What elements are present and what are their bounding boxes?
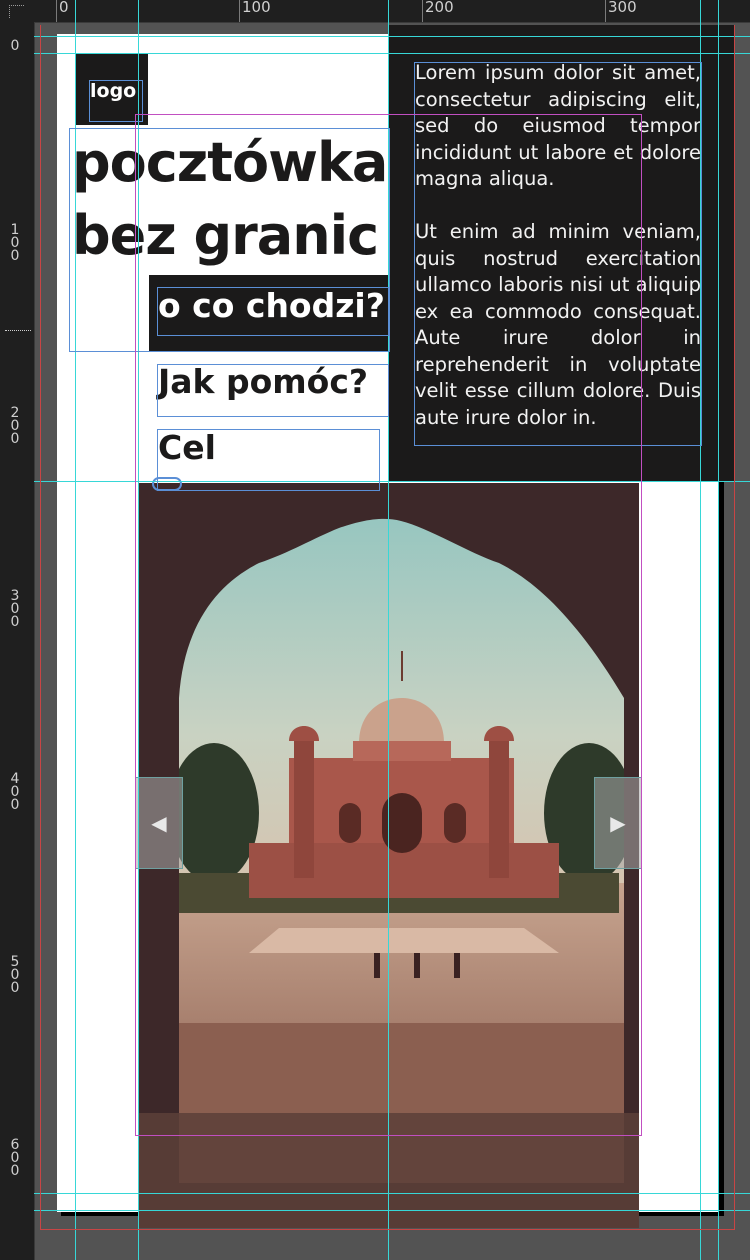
title-line-1[interactable]: pocztówka	[72, 131, 388, 194]
ruler-label: 500	[10, 954, 20, 996]
carousel-next-button[interactable]: ▶	[594, 777, 642, 869]
nav-cel[interactable]: Cel	[158, 428, 216, 467]
title-line-2[interactable]: bez granic	[72, 204, 379, 267]
body-paragraph-2: Ut enim ad minim veniam, quis nostrud ex…	[415, 220, 701, 429]
ruler-label: 100	[10, 222, 20, 264]
bleed-guide	[40, 1229, 734, 1230]
ruler-label: 0	[10, 38, 20, 54]
ruler-label: 200	[10, 405, 20, 447]
body-paragraph-1: Lorem ipsum dolor sit amet, consectetur …	[415, 61, 701, 190]
ruler-origin[interactable]	[0, 0, 34, 22]
bleed-guide	[734, 25, 735, 1230]
ruler-label: 600	[10, 1137, 20, 1179]
carousel-prev-button[interactable]: ◀	[135, 777, 183, 869]
ruler-cursor-marker	[5, 330, 31, 331]
ruler-label: 100	[242, 0, 271, 16]
ruler-tick	[605, 0, 606, 22]
chevron-left-icon: ◀	[151, 812, 167, 835]
ruler-tick	[239, 0, 240, 22]
horizontal-ruler[interactable]: 0 100 200 300	[34, 0, 750, 23]
vertical-ruler[interactable]: 0 100 200 300 400 500 600	[0, 22, 35, 1260]
nav-jak-pomoc[interactable]: Jak pomóc?	[158, 362, 368, 401]
chevron-right-icon: ▶	[610, 812, 626, 835]
ruler-label: 300	[10, 588, 20, 630]
logo-text[interactable]: logo	[90, 80, 136, 102]
ruler-label: 400	[10, 771, 20, 813]
nav-o-co-chodzi[interactable]: o co chodzi?	[158, 286, 385, 325]
body-text-frame[interactable]: Lorem ipsum dolor sit amet, consectetur …	[415, 60, 701, 458]
ruler-origin-icon	[9, 5, 24, 18]
monument-photo[interactable]	[139, 483, 639, 1228]
ruler-tick	[56, 0, 57, 22]
ruler-label: 300	[608, 0, 637, 16]
link-icon[interactable]	[152, 477, 182, 491]
ruler-label: 200	[425, 0, 454, 16]
ruler-label: 0	[59, 0, 69, 16]
ruler-tick	[422, 0, 423, 22]
photo-illustration	[139, 483, 639, 1228]
bleed-guide	[40, 25, 41, 1230]
